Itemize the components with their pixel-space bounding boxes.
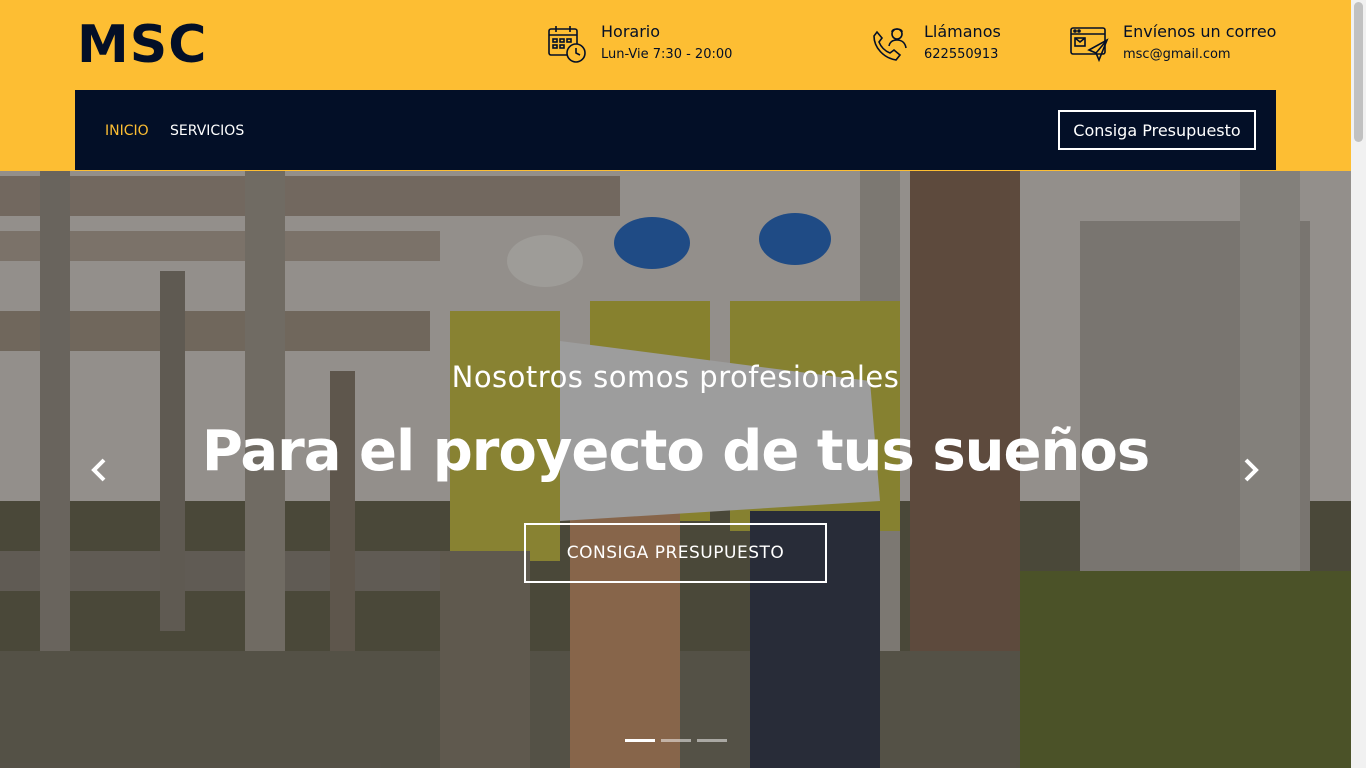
carousel-next-icon[interactable] [1238, 457, 1262, 483]
main-navbar: INICIO SERVICIOS Consiga Presupuesto [75, 90, 1276, 170]
top-header: MSC Horario Lun-Vie 7:30 - 20:00 Llámano… [0, 0, 1351, 171]
call-info: Llámanos 622550913 [870, 22, 1001, 68]
page-scrollbar[interactable] [1351, 0, 1366, 768]
carousel-indicators [625, 739, 727, 742]
carousel-prev-icon[interactable] [88, 457, 112, 483]
hero-quote-button[interactable]: CONSIGA PRESUPUESTO [524, 523, 827, 583]
logo[interactable]: MSC [77, 16, 207, 74]
mail-info: Envíenos un correo msc@gmail.com [1069, 22, 1276, 68]
hours-value: Lun-Vie 7:30 - 20:00 [601, 47, 733, 62]
mail-value[interactable]: msc@gmail.com [1123, 47, 1276, 63]
phone-call-icon [873, 28, 907, 61]
carousel-indicator-1[interactable] [625, 739, 655, 742]
calendar-clock-icon [548, 26, 586, 63]
call-value[interactable]: 622550913 [924, 47, 1001, 63]
carousel-indicator-3[interactable] [697, 739, 727, 742]
carousel-indicator-2[interactable] [661, 739, 691, 742]
hero-title: Para el proyecto de tus sueños [201, 419, 1150, 484]
hero-carousel: Nosotros somos profesionales Para el pro… [0, 171, 1351, 768]
mail-title: Envíenos un correo [1123, 22, 1277, 41]
nav-item-servicios[interactable]: SERVICIOS [170, 122, 244, 140]
hours-info: Horario Lun-Vie 7:30 - 20:00 [547, 22, 732, 68]
nav-item-inicio[interactable]: INICIO [105, 122, 149, 140]
scrollbar-thumb[interactable] [1354, 2, 1363, 142]
get-quote-button[interactable]: Consiga Presupuesto [1058, 110, 1256, 150]
mail-icon [1070, 27, 1109, 63]
hours-title: Horario [601, 22, 661, 41]
hero-subtitle: Nosotros somos profesionales [451, 360, 900, 394]
call-title: Llámanos [924, 22, 1001, 41]
